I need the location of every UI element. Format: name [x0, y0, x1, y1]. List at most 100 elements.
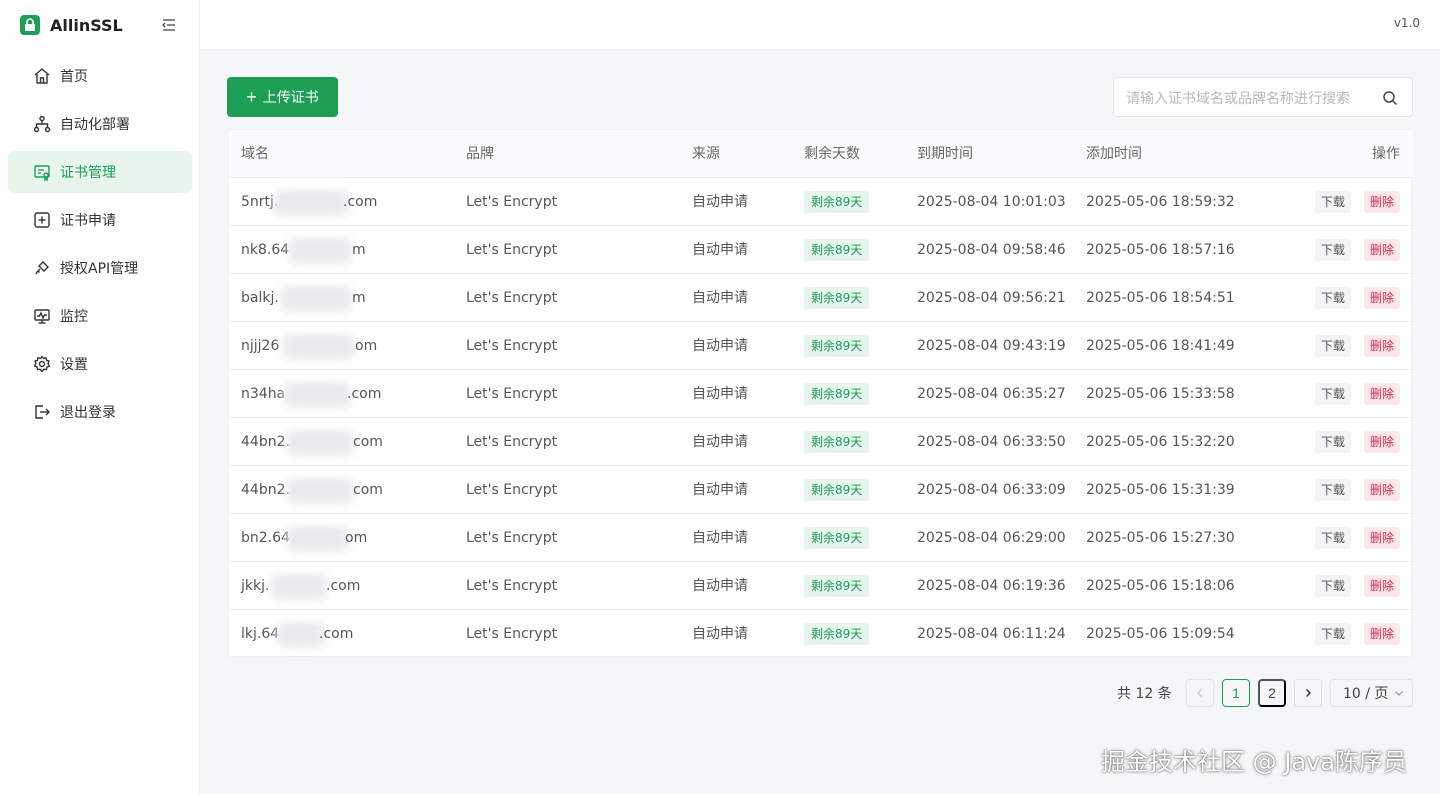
sidebar-item-api-management[interactable]: 授权API管理: [8, 247, 192, 289]
redacted-domain: [287, 526, 349, 552]
source-cell: 自动申请: [692, 578, 748, 594]
download-button[interactable]: 下载: [1315, 383, 1352, 405]
sidebar-item-logout[interactable]: 退出登录: [8, 391, 192, 433]
download-button[interactable]: 下载: [1315, 335, 1352, 357]
column-header: 品牌: [466, 146, 494, 162]
brand-cell: Let's Encrypt: [466, 194, 558, 210]
page-2-button[interactable]: 2: [1258, 679, 1286, 707]
remaining-days-badge: 剩余89天: [804, 575, 870, 597]
delete-button[interactable]: 删除: [1364, 383, 1401, 405]
column-header: 来源: [692, 146, 720, 162]
download-button[interactable]: 下载: [1315, 623, 1352, 645]
sidebar-item-label: 授权API管理: [60, 261, 139, 277]
added-time-cell: 2025-05-06 18:57:16: [1086, 242, 1235, 258]
source-cell: 自动申请: [692, 386, 748, 402]
download-button[interactable]: 下载: [1315, 479, 1352, 501]
delete-button[interactable]: 删除: [1364, 335, 1401, 357]
redacted-domain: [271, 574, 327, 600]
domain-suffix: .com: [343, 194, 378, 210]
added-time-cell: 2025-05-06 15:09:54: [1086, 626, 1235, 642]
plus-square-icon: [32, 210, 52, 230]
remaining-days-badge: 剩余89天: [804, 239, 870, 261]
expire-time-cell: 2025-08-04 09:43:19: [917, 338, 1066, 354]
redacted-domain: [281, 286, 351, 312]
upload-cert-label: 上传证书: [262, 89, 319, 105]
source-cell: 自动申请: [692, 338, 748, 354]
sidebar-item-label: 自动化部署: [60, 117, 130, 133]
download-button[interactable]: 下载: [1315, 431, 1352, 453]
remaining-days-badge: 剩余89天: [804, 287, 870, 309]
lock-logo-icon: [20, 15, 40, 35]
added-time-cell: 2025-05-06 15:32:20: [1086, 434, 1235, 450]
watermark: 掘金技术社区 @ Java陈序员: [1101, 748, 1407, 776]
download-button[interactable]: 下载: [1315, 191, 1352, 213]
delete-button[interactable]: 删除: [1364, 575, 1401, 597]
download-button[interactable]: 下载: [1315, 575, 1352, 597]
upload-cert-button[interactable]: + 上传证书: [227, 77, 338, 117]
column-header: 添加时间: [1086, 146, 1142, 162]
redacted-domain: [287, 478, 353, 504]
column-header: 操作: [1372, 146, 1400, 162]
added-time-cell: 2025-05-06 15:27:30: [1086, 530, 1235, 546]
source-cell: 自动申请: [692, 482, 748, 498]
download-button[interactable]: 下载: [1315, 239, 1352, 261]
sidebar: AllinSSL 首页 自动化部署 证书管理 证书申请 授权API管理 监控 设…: [0, 0, 200, 794]
table-header: 域名 品牌 来源 剩余天数 到期时间 添加时间 操作: [229, 130, 1413, 178]
table-row: nk8.64 m Let's Encrypt 自动申请 剩余89天 2025-0…: [229, 226, 1413, 274]
chevron-right-icon: [1306, 689, 1311, 697]
brand-cell: Let's Encrypt: [466, 626, 558, 642]
redacted-domain: [287, 430, 353, 456]
search-input[interactable]: [1126, 87, 1366, 109]
domain-suffix: om: [345, 530, 368, 546]
delete-button[interactable]: 删除: [1364, 479, 1401, 501]
domain-suffix: com: [353, 434, 383, 450]
brand: AllinSSL: [0, 0, 199, 50]
brand-cell: Let's Encrypt: [466, 386, 558, 402]
expire-time-cell: 2025-08-04 06:35:27: [917, 386, 1066, 402]
page-size-select[interactable]: 10 / 页: [1330, 679, 1413, 707]
sidebar-item-settings[interactable]: 设置: [8, 343, 192, 385]
top-header: v1.0: [200, 0, 1440, 50]
page-size-value: 10 / 页: [1343, 686, 1389, 702]
prev-page-button[interactable]: [1186, 679, 1214, 707]
domain-suffix: com: [353, 482, 383, 498]
workflow-icon: [32, 114, 52, 134]
search-icon[interactable]: [1382, 90, 1398, 106]
sidebar-item-home[interactable]: 首页: [8, 55, 192, 97]
sidebar-item-monitor[interactable]: 监控: [8, 295, 192, 337]
redacted-domain: [289, 238, 351, 264]
column-header: 到期时间: [917, 146, 973, 162]
sidebar-item-label: 退出登录: [60, 405, 116, 421]
api-key-icon: [32, 258, 52, 278]
collapse-menu-icon[interactable]: [160, 16, 178, 34]
total-count: 共 12 条: [1117, 686, 1172, 702]
sidebar-item-label: 首页: [60, 69, 88, 85]
delete-button[interactable]: 删除: [1364, 623, 1401, 645]
logout-icon: [32, 402, 52, 422]
expire-time-cell: 2025-08-04 06:33:09: [917, 482, 1066, 498]
domain-prefix: 5nrtj.: [241, 194, 279, 210]
redacted-domain: [284, 382, 350, 408]
sidebar-item-cert-apply[interactable]: 证书申请: [8, 199, 192, 241]
page-1-button[interactable]: 1: [1222, 679, 1250, 707]
source-cell: 自动申请: [692, 242, 748, 258]
delete-button[interactable]: 删除: [1364, 191, 1401, 213]
download-button[interactable]: 下载: [1315, 527, 1352, 549]
delete-button[interactable]: 删除: [1364, 239, 1401, 261]
delete-button[interactable]: 删除: [1364, 431, 1401, 453]
sidebar-item-cert-management[interactable]: 证书管理: [8, 151, 192, 193]
domain-suffix: m: [352, 290, 366, 306]
app-name: AllinSSL: [50, 15, 123, 35]
brand-cell: Let's Encrypt: [466, 530, 558, 546]
source-cell: 自动申请: [692, 194, 748, 210]
added-time-cell: 2025-05-06 18:41:49: [1086, 338, 1235, 354]
sidebar-item-label: 证书管理: [60, 165, 116, 181]
sidebar-item-auto-deploy[interactable]: 自动化部署: [8, 103, 192, 145]
next-page-button[interactable]: [1294, 679, 1322, 707]
delete-button[interactable]: 删除: [1364, 527, 1401, 549]
table-row: bn2.64 om Let's Encrypt 自动申请 剩余89天 2025-…: [229, 514, 1413, 562]
remaining-days-badge: 剩余89天: [804, 527, 870, 549]
sidebar-item-label: 监控: [60, 309, 88, 325]
download-button[interactable]: 下载: [1315, 287, 1352, 309]
delete-button[interactable]: 删除: [1364, 287, 1401, 309]
